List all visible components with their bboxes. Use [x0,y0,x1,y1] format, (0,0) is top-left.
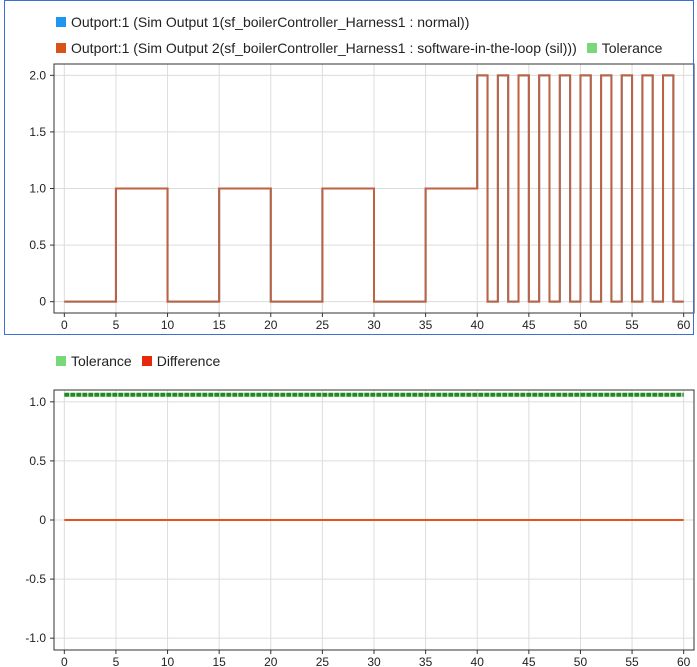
y-tick-label: 0 [39,513,46,527]
x-tick-label: 35 [419,318,433,332]
x-tick-label: 35 [419,655,433,667]
x-tick-label: 40 [471,318,485,332]
bottom-panel[interactable]: Tolerance Difference 0 5 10 15 20 25 30 35 40 45 5… [0,337,697,667]
x-tick-label: 10 [161,655,175,667]
x-tick-label: 45 [522,318,536,332]
x-tick-label: 5 [113,655,120,667]
x-tick-label: 50 [574,655,588,667]
y-tick-label: 2.0 [29,68,46,82]
x-tick-label: 30 [367,318,381,332]
x-tick-label: 15 [212,318,226,332]
x-tick-label: 25 [316,318,330,332]
x-tick-label: 5 [113,318,120,332]
x-tick-label: 15 [212,655,226,667]
y-tick-label: -0.5 [25,572,46,586]
x-tick-label: 0 [61,655,68,667]
y-tick-label: -1.0 [25,631,46,645]
x-tick-label: 40 [471,655,485,667]
top-panel[interactable]: Outport:1 (Sim Output 1(sf_boilerControl… [0,0,697,337]
x-tick-label: 55 [625,655,639,667]
y-tick-label: 0.5 [29,238,46,252]
x-tick-label: 45 [522,655,536,667]
x-tick-label: 60 [677,318,691,332]
y-tick-label: 0.5 [29,454,46,468]
x-tick-label: 30 [367,655,381,667]
x-tick-label: 0 [61,318,68,332]
x-tick-label: 20 [264,318,278,332]
bottom-chart[interactable]: 0 5 10 15 20 25 30 35 40 45 50 55 60 -1.0 -0.5 0 0.5 1.0 [0,337,697,667]
x-tick-label: 55 [625,318,639,332]
x-tick-label: 20 [264,655,278,667]
x-tick-label: 60 [677,655,691,667]
y-tick-label: 1.5 [29,125,46,139]
x-tick-label: 50 [574,318,588,332]
y-tick-label: 0 [39,295,46,309]
x-tick-label: 10 [161,318,175,332]
x-tick-label: 25 [316,655,330,667]
y-tick-label: 1.0 [29,395,46,409]
y-tick-label: 1.0 [29,182,46,196]
top-chart[interactable]: 0 5 10 15 20 25 30 35 40 45 50 55 60 0 0.5 1.0 1.5 2.0 [0,0,697,337]
